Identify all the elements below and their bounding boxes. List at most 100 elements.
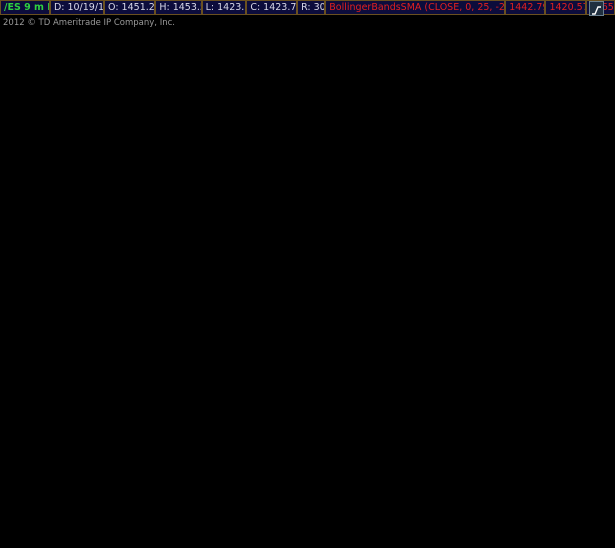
candle-body (421, 122, 425, 135)
candle-body (273, 259, 278, 314)
candle-body (453, 127, 457, 135)
candle-body (55, 194, 60, 200)
y-tick-label: 1180 (579, 431, 601, 441)
candle-body (1, 249, 5, 255)
y-tick-label: 1220 (579, 381, 601, 391)
candle-body (6, 254, 11, 262)
price-label: 1291.6 (580, 292, 610, 302)
copyright-text: 2012 © TD Ameritrade IP Company, Inc. (3, 18, 175, 28)
candle-body (170, 180, 174, 185)
y-tick-label: 1300 (579, 281, 601, 291)
bb25-lower (2, 119, 546, 383)
candle-body (486, 83, 490, 91)
candle-body (426, 130, 430, 137)
candle-body (442, 145, 447, 147)
x-tick-label: Jul (314, 538, 325, 547)
annotation-box (268, 336, 309, 348)
close-readout: C: 1423.75 (246, 0, 298, 15)
candle-body (181, 178, 185, 191)
candle-body (94, 161, 98, 169)
price-label-box (578, 289, 613, 301)
y-tick-label: 1280 (579, 306, 601, 316)
price-label-box (578, 124, 613, 136)
candle-body (508, 99, 512, 114)
y-tick-label: 1400 (579, 155, 601, 165)
candle-body (17, 236, 21, 249)
candle-body (61, 192, 65, 202)
candle-body (312, 221, 316, 242)
y-tick-label: 1480 (579, 55, 601, 65)
candle-body (333, 196, 338, 216)
chart-header: /ES 9 m D D: 10/19/12 O: 1451.25 H: 1453… (0, 0, 615, 15)
y-tick-label: 1340 (579, 230, 601, 240)
candle-body (388, 159, 392, 164)
candle-body (530, 117, 534, 121)
long-band-lower (2, 280, 546, 511)
candle-body (377, 170, 381, 197)
candle-body (224, 207, 229, 216)
candle-body (524, 111, 528, 118)
bb25-mid (2, 95, 546, 308)
candle-body (497, 96, 501, 107)
candle-body (186, 161, 190, 191)
blue-arrow-icon (174, 202, 188, 229)
candle-body (393, 150, 397, 162)
candle-body (241, 228, 245, 248)
range-readout: R: 30 (297, 0, 326, 15)
y-tick-label: 1360 (579, 205, 601, 215)
candle-body (317, 205, 321, 222)
low-readout: L: 1423.5 (201, 0, 247, 15)
candle-body (519, 88, 523, 110)
candle-body (219, 195, 223, 210)
price-label: 1484.94 (580, 49, 615, 59)
candle-body (34, 217, 38, 222)
candle-body (83, 174, 87, 182)
study-value-1: 1442.79 (505, 0, 546, 15)
candle-body (28, 215, 32, 227)
candle-body (115, 134, 120, 143)
y-tick-label: 1500 (579, 30, 601, 40)
y-tick-label: 1200 (579, 406, 601, 416)
candle-body (137, 127, 141, 145)
study-label[interactable]: BollingerBandsSMA (CLOSE, 0, 25, -2.0, 2… (325, 0, 506, 15)
candle-body (404, 136, 408, 145)
candle-body (164, 184, 169, 202)
high-readout: H: 1453.5 (155, 0, 202, 15)
candle-body (372, 194, 376, 214)
candle-body (246, 230, 250, 240)
candle-body (279, 261, 283, 272)
candle-body (121, 134, 125, 150)
candle-body (322, 203, 327, 210)
candle-body (448, 136, 452, 146)
y-tick-label: 1420 (579, 130, 601, 140)
candle-body (197, 140, 201, 148)
candle-body (290, 234, 294, 243)
price-chart[interactable]: 1120 1140 1160 1180 1200 1220 1240 1260 1280 1300… (0, 0, 615, 548)
candle-body (148, 161, 152, 170)
symbol-label[interactable]: /ES 9 m D (0, 0, 50, 15)
candle-body (344, 178, 348, 187)
candle-body (382, 165, 387, 171)
candle-body (470, 77, 474, 95)
candle-body (143, 142, 147, 160)
candle-body (295, 225, 299, 237)
blue-arrow-icon (151, 202, 165, 237)
chart-settings-button[interactable] (589, 1, 604, 16)
annotation-label: Hi: 1468 (474, 60, 508, 69)
candle-body (208, 142, 212, 166)
candle-body (540, 97, 545, 130)
price-label: 1465.01 (580, 74, 615, 84)
candle-body (306, 230, 310, 240)
candle-body (431, 130, 436, 140)
price-label-box (578, 100, 613, 112)
candle-body (99, 152, 103, 164)
candle-body (66, 186, 70, 204)
bb25-upper (2, 64, 546, 233)
style-icon (592, 6, 601, 15)
y-tick-label: 1160 (579, 456, 601, 466)
candle-body (475, 79, 479, 82)
candle-body (77, 179, 81, 189)
candle-body (263, 286, 267, 295)
candle-body (159, 188, 163, 200)
candle-body (203, 140, 207, 145)
